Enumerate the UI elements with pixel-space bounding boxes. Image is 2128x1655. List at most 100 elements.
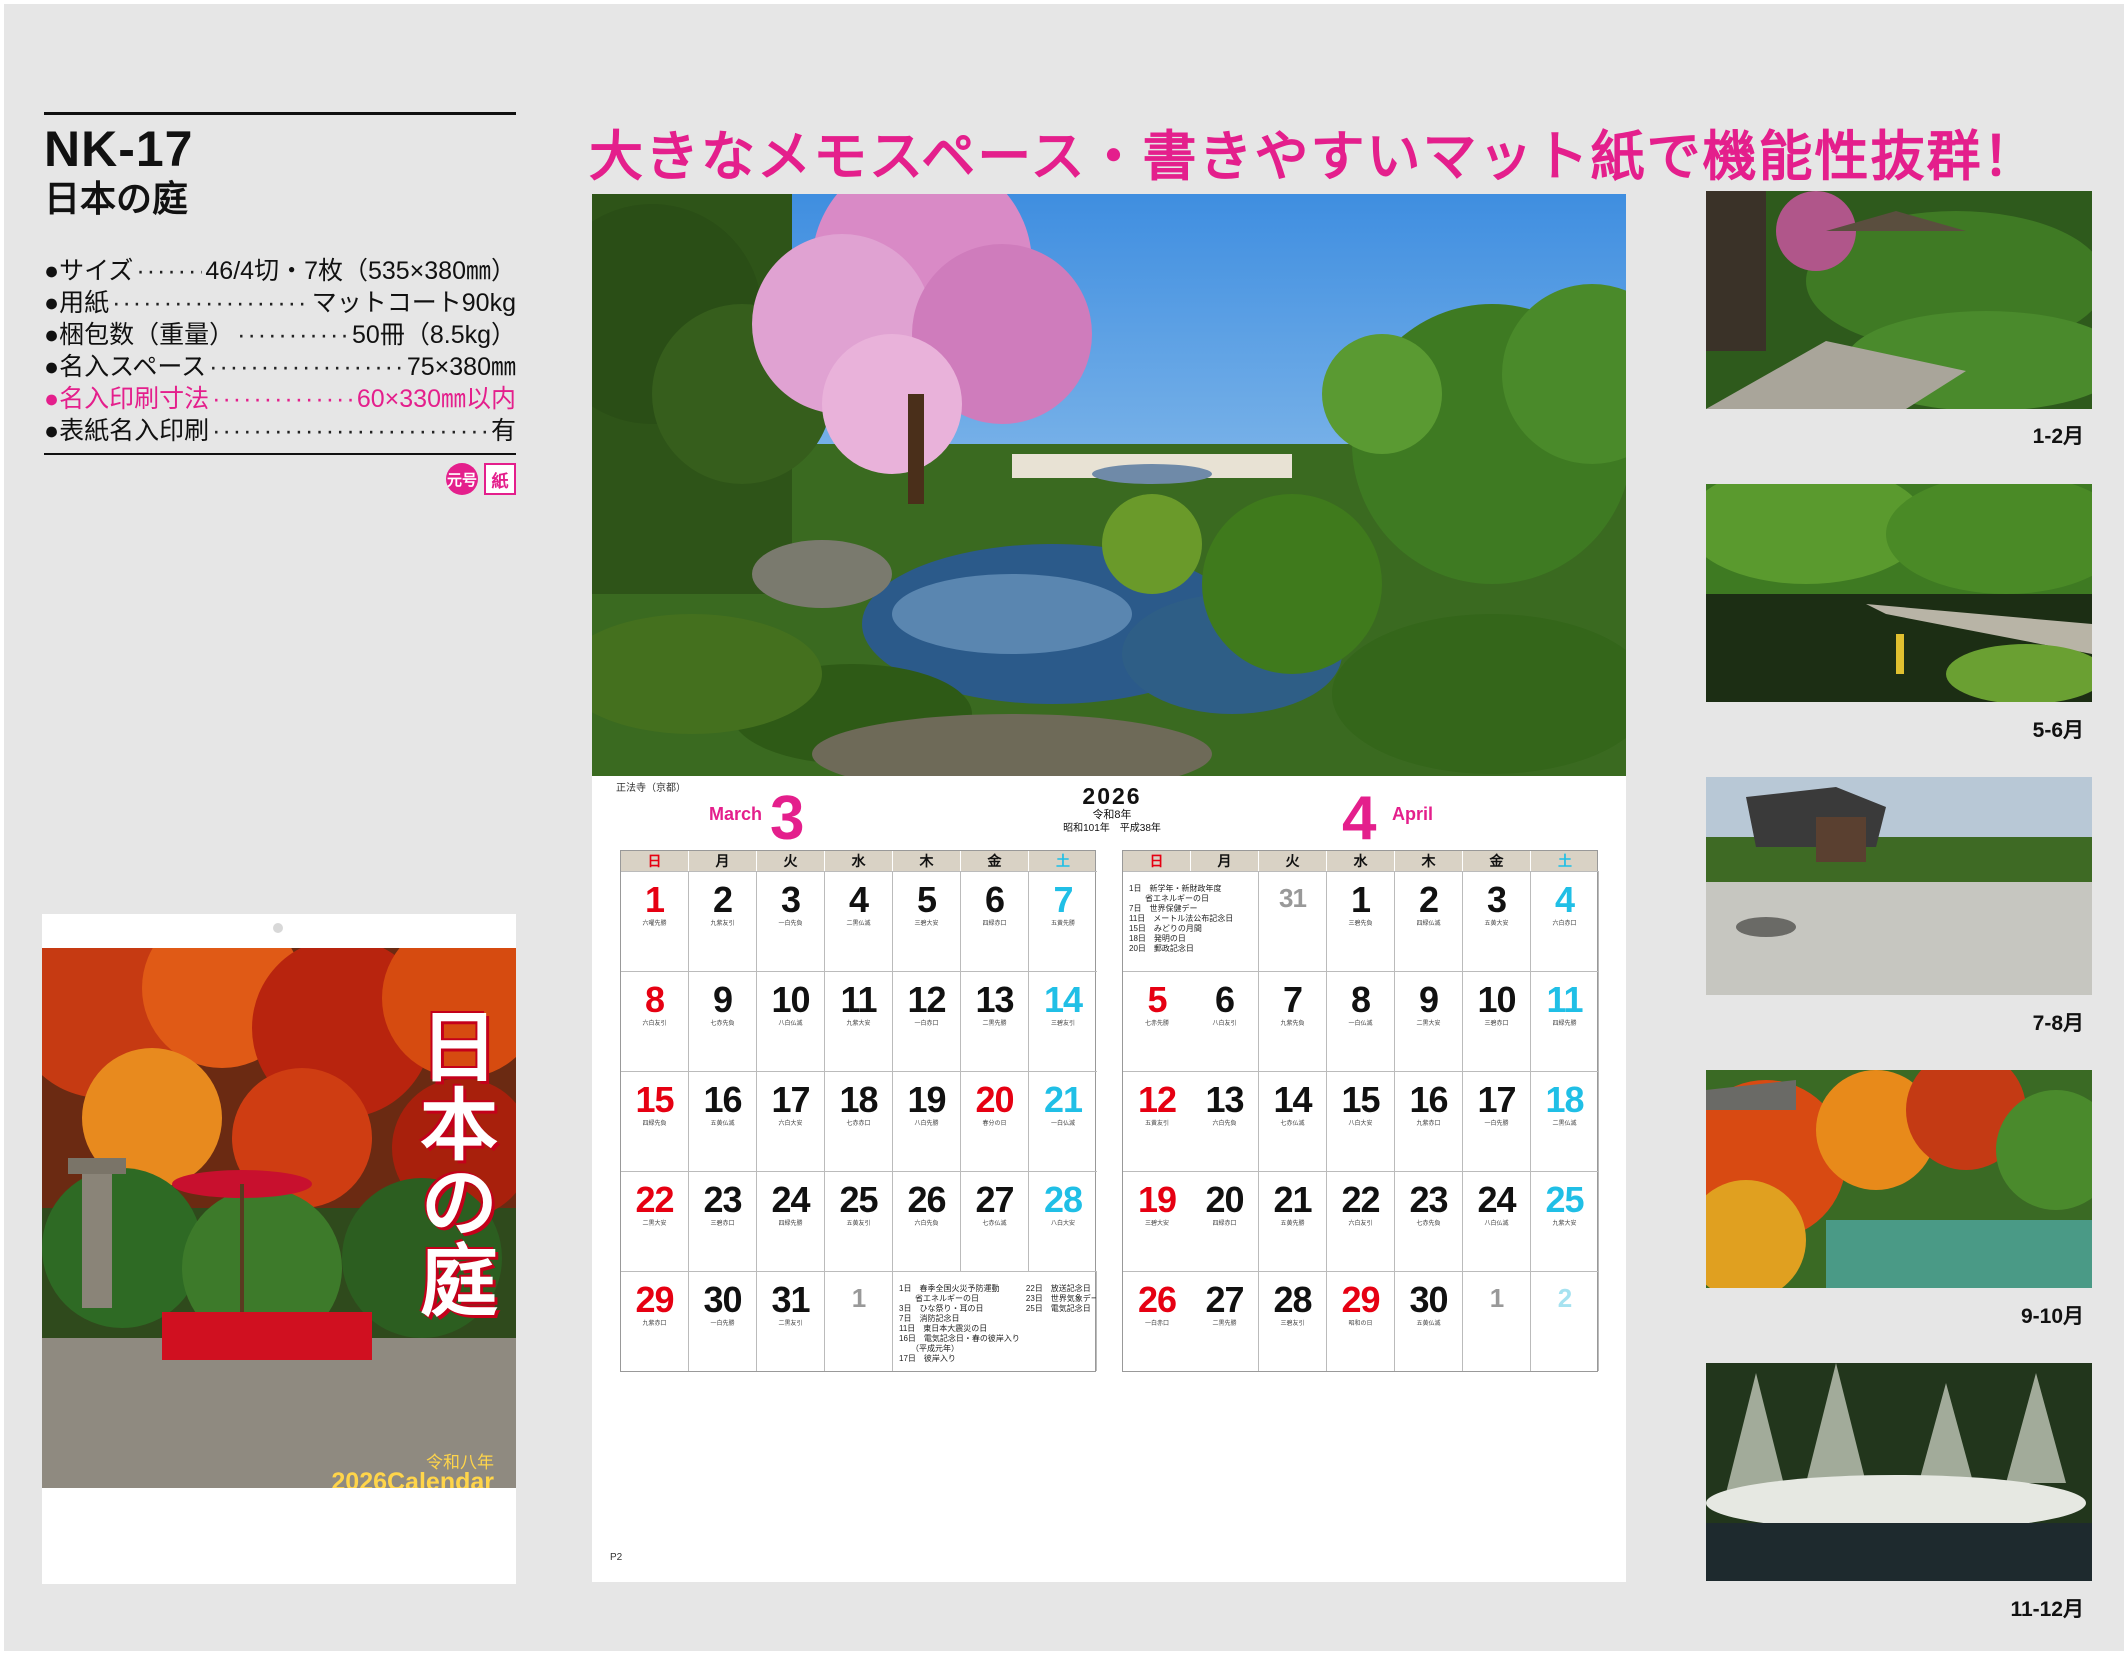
day-rokuyo: 七赤仏滅 <box>1280 1121 1305 1127</box>
events-text: 1日 新学年・新財政年度 省エネルギーの日 7日 世界保健デー 11日 メートル… <box>1129 884 1234 953</box>
cover-title: 日本の庭 <box>407 1006 498 1318</box>
day-rokuyo: 九紫大安 <box>1552 1221 1577 1227</box>
weekday-mon: 月 <box>1191 851 1259 871</box>
day-rokuyo: 三碧友引 <box>1280 1321 1305 1327</box>
day-cell: 2 四緑仏滅 <box>1395 871 1463 971</box>
march-number: 3 <box>770 784 805 853</box>
day-cell: 9 七赤先負 <box>689 971 757 1071</box>
rock-garden-image <box>1706 777 2092 995</box>
day-cell: 23 三碧赤口 <box>689 1171 757 1271</box>
leader-dots <box>136 255 202 287</box>
weekday-sat: 土 <box>1056 853 1070 869</box>
day-number: 1 <box>851 1283 866 1313</box>
day-rokuyo: 四緑先勝 <box>1552 1021 1577 1027</box>
day-cell: 10 八白仏滅 <box>757 971 825 1071</box>
thumbnail-label: 1-2月 <box>2032 425 2084 448</box>
april-calendar: 日 月 火 水 木 金 土 1日 新学年・新財政年度 省エネルギーの日 7日 世… <box>1122 850 1599 1372</box>
day-cell: 12 五黄友引 <box>1123 1071 1191 1171</box>
era-line-1: 令和8年 <box>1092 809 1132 821</box>
day-rokuyo: 八白仏滅 <box>778 1021 803 1027</box>
day-rokuyo: 六白先負 <box>914 1221 939 1227</box>
day-rokuyo: 四緑先勝 <box>778 1221 803 1227</box>
day-rokuyo: 八白先勝 <box>914 1121 939 1127</box>
cover-preview: 日本の庭 令和八年 2026Calendar <box>42 914 516 1584</box>
day-rokuyo: 九紫先負 <box>1280 1021 1305 1027</box>
day-cell: 29 昭和の日 <box>1327 1271 1395 1371</box>
events-note: 1日 新学年・新財政年度 省エネルギーの日 7日 世界保健デー 11日 メートル… <box>1123 871 1259 971</box>
day-rokuyo: 三碧大安 <box>1144 1221 1169 1227</box>
day-rokuyo: 一白先負 <box>778 921 803 927</box>
day-cell: 24 八白仏滅 <box>1463 1171 1531 1271</box>
day-rokuyo: 六白大安 <box>778 1121 803 1127</box>
day-number: 4 <box>1554 879 1575 920</box>
day-number: 1 <box>1350 879 1371 920</box>
thumbnail-9-10 <box>1706 1070 2092 1288</box>
day-number: 16 <box>703 1079 742 1120</box>
day-cell: 1 <box>825 1271 893 1371</box>
day-number: 11 <box>1546 979 1583 1020</box>
pond-bridge-image <box>1706 484 2092 702</box>
day-cell: 11 四緑先勝 <box>1531 971 1599 1071</box>
day-rokuyo: 六白友引 <box>1348 1221 1373 1227</box>
leader-dots <box>212 415 488 447</box>
bullet-icon: ● <box>44 321 60 349</box>
day-cell: 24 四緑先勝 <box>757 1171 825 1271</box>
day-cell: 13 二黒先勝 <box>961 971 1029 1071</box>
day-rokuyo: 一白赤口 <box>914 1021 939 1027</box>
day-cell: 6 八白友引 <box>1191 971 1259 1071</box>
day-rokuyo: 三碧大安 <box>914 921 939 927</box>
spec-value: 46/4切・7枚（535×380㎜） <box>205 257 516 285</box>
day-number: 14 <box>1273 1079 1312 1120</box>
thumbnail-5-6 <box>1706 484 2092 702</box>
day-number: 26 <box>1137 1279 1177 1320</box>
day-rokuyo: 一白仏滅 <box>1348 1021 1373 1027</box>
day-cell: 9 二黒大安 <box>1395 971 1463 1071</box>
day-rokuyo: 五黄友引 <box>846 1221 871 1227</box>
hanging-hole <box>273 923 283 933</box>
day-number: 21 <box>1273 1179 1312 1220</box>
day-rokuyo: 三碧赤口 <box>1484 1021 1509 1027</box>
day-rokuyo: 四緑先負 <box>642 1121 667 1127</box>
day-cell: 20 四緑赤口 <box>1191 1171 1259 1271</box>
day-rokuyo: 五黄大安 <box>1484 921 1509 927</box>
day-rokuyo: 七赤先負 <box>710 1021 735 1027</box>
day-number: 20 <box>1205 1179 1244 1220</box>
day-rokuyo: 六白先負 <box>1212 1121 1237 1127</box>
spec-packing: ●梱包数（重量） 50冊（8.5kg） <box>44 319 516 351</box>
day-cell: 26 六白先負 <box>893 1171 961 1271</box>
day-number: 2 <box>1557 1283 1572 1313</box>
day-number: 27 <box>1205 1279 1244 1320</box>
day-cell: 14 七赤仏滅 <box>1259 1071 1327 1171</box>
day-rokuyo: 七赤先負 <box>1416 1221 1441 1227</box>
events-text: 22日 放送記念日 23日 世界気象デー 25日 電気記念日 <box>1025 1284 1097 1313</box>
day-cell: 20 春分の日 <box>961 1071 1029 1171</box>
day-number: 9 <box>712 979 733 1020</box>
day-rokuyo: 九紫友引 <box>710 921 735 927</box>
day-number: 26 <box>907 1179 946 1220</box>
day-rokuyo: 二黒先勝 <box>1212 1321 1237 1327</box>
day-rokuyo: 九紫大安 <box>846 1021 871 1027</box>
day-number: 31 <box>1279 883 1307 913</box>
day-rokuyo: 六白友引 <box>642 1021 667 1027</box>
weekday-wed: 水 <box>1327 851 1395 871</box>
day-number: 27 <box>975 1179 1014 1220</box>
weekday-sun: 日 <box>1123 851 1191 871</box>
day-rokuyo: 四緑赤口 <box>1212 1221 1237 1227</box>
day-cell: 3 一白先負 <box>757 871 825 971</box>
spec-value: 50冊（8.5kg） <box>352 321 516 349</box>
march-day-grid: 1 六曜先勝 2 九紫友引 3 一白先負 4 二黒仏滅 5 三碧大安 6 四緑赤口 7 五黄先勝 8 六白友引… <box>621 871 1097 1371</box>
autumn-pond-image <box>1706 1070 2092 1288</box>
day-number: 1 <box>1489 1283 1504 1313</box>
day-rokuyo: 九紫赤口 <box>642 1321 667 1327</box>
day-number: 10 <box>771 979 810 1020</box>
day-rokuyo: 九紫赤口 <box>1416 1121 1441 1127</box>
april-day-grid: 1日 新学年・新財政年度 省エネルギーの日 7日 世界保健デー 11日 メートル… <box>1123 871 1599 1371</box>
calendar-page: 正法寺（京都） March 3 2026 令和8年 昭和101年 平成38年 4… <box>592 194 1626 1582</box>
day-rokuyo: 六曜先勝 <box>642 921 667 927</box>
spec-value: 75×380㎜ <box>406 353 516 381</box>
day-rokuyo: 三碧友引 <box>1050 1021 1075 1027</box>
day-rokuyo: 二黒仏滅 <box>846 921 871 927</box>
thumbnail-label: 9-10月 <box>2020 1305 2084 1328</box>
day-cell: 1 <box>1463 1271 1531 1371</box>
day-cell: 17 一白先勝 <box>1463 1071 1531 1171</box>
